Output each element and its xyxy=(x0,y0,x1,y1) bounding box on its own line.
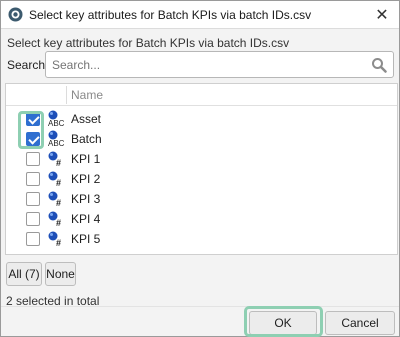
search-box[interactable] xyxy=(45,51,394,78)
title-bar: Select key attributes for Batch KPIs via… xyxy=(1,1,399,29)
select-none-button[interactable]: None xyxy=(45,262,76,286)
svg-text:#: # xyxy=(56,178,61,188)
checkbox-asset[interactable] xyxy=(26,112,40,126)
list-item-label: KPI 4 xyxy=(71,212,101,226)
text-abc-icon: ABC xyxy=(48,110,65,128)
list-item-asset[interactable]: ABC Asset xyxy=(6,109,397,129)
checkbox-batch[interactable] xyxy=(26,132,40,146)
list-item-label: KPI 3 xyxy=(71,192,101,206)
cancel-button[interactable]: Cancel xyxy=(325,311,395,335)
select-all-button[interactable]: All (7) xyxy=(6,262,42,286)
text-abc-icon: ABC xyxy=(48,130,65,148)
number-hash-icon: # xyxy=(48,231,61,248)
list-item-label: KPI 1 xyxy=(71,152,101,166)
close-button[interactable]: ✕ xyxy=(371,4,393,26)
list-item-kpi-5[interactable]: # KPI 5 xyxy=(6,229,397,249)
dialog-window: Select key attributes for Batch KPIs via… xyxy=(0,0,400,337)
list-item-label: Batch xyxy=(71,132,102,146)
attribute-list: Name ABC Asset ABC Batch # KPI 1 # KPI 2… xyxy=(5,83,398,255)
list-item-label: KPI 2 xyxy=(71,172,101,186)
column-header-name[interactable]: Name xyxy=(71,88,103,102)
header-divider xyxy=(66,86,67,104)
search-label: Search: xyxy=(7,58,49,72)
ok-button[interactable]: OK xyxy=(249,311,317,335)
search-input[interactable] xyxy=(52,58,352,72)
list-item-kpi-3[interactable]: # KPI 3 xyxy=(6,189,397,209)
checkbox-kpi-4[interactable] xyxy=(26,212,40,226)
number-hash-icon: # xyxy=(48,151,61,168)
search-icon[interactable] xyxy=(371,57,387,73)
svg-text:#: # xyxy=(56,238,61,248)
list-item-kpi-2[interactable]: # KPI 2 xyxy=(6,169,397,189)
svg-text:#: # xyxy=(56,198,61,208)
close-icon[interactable]: ✕ xyxy=(375,5,388,25)
checkbox-kpi-5[interactable] xyxy=(26,232,40,246)
number-hash-icon: # xyxy=(48,211,61,228)
list-header: Name xyxy=(6,84,397,106)
svg-text:#: # xyxy=(56,218,61,228)
list-item-kpi-1[interactable]: # KPI 1 xyxy=(6,149,397,169)
dialog-app-icon xyxy=(8,7,23,22)
svg-text:ABC: ABC xyxy=(48,139,65,148)
list-item-label: KPI 5 xyxy=(71,232,101,246)
svg-text:#: # xyxy=(56,158,61,168)
footer-divider xyxy=(1,306,399,307)
number-hash-icon: # xyxy=(48,171,61,188)
list-item-label: Asset xyxy=(71,112,102,126)
checkbox-kpi-1[interactable] xyxy=(26,152,40,166)
list-item-batch[interactable]: ABC Batch xyxy=(6,129,397,149)
number-hash-icon: # xyxy=(48,191,61,208)
list-item-kpi-4[interactable]: # KPI 4 xyxy=(6,209,397,229)
checkbox-kpi-2[interactable] xyxy=(26,172,40,186)
svg-text:ABC: ABC xyxy=(48,119,65,128)
window-title: Select key attributes for Batch KPIs via… xyxy=(29,8,312,22)
checkbox-kpi-3[interactable] xyxy=(26,192,40,206)
dialog-subtitle: Select key attributes for Batch KPIs via… xyxy=(7,36,290,50)
